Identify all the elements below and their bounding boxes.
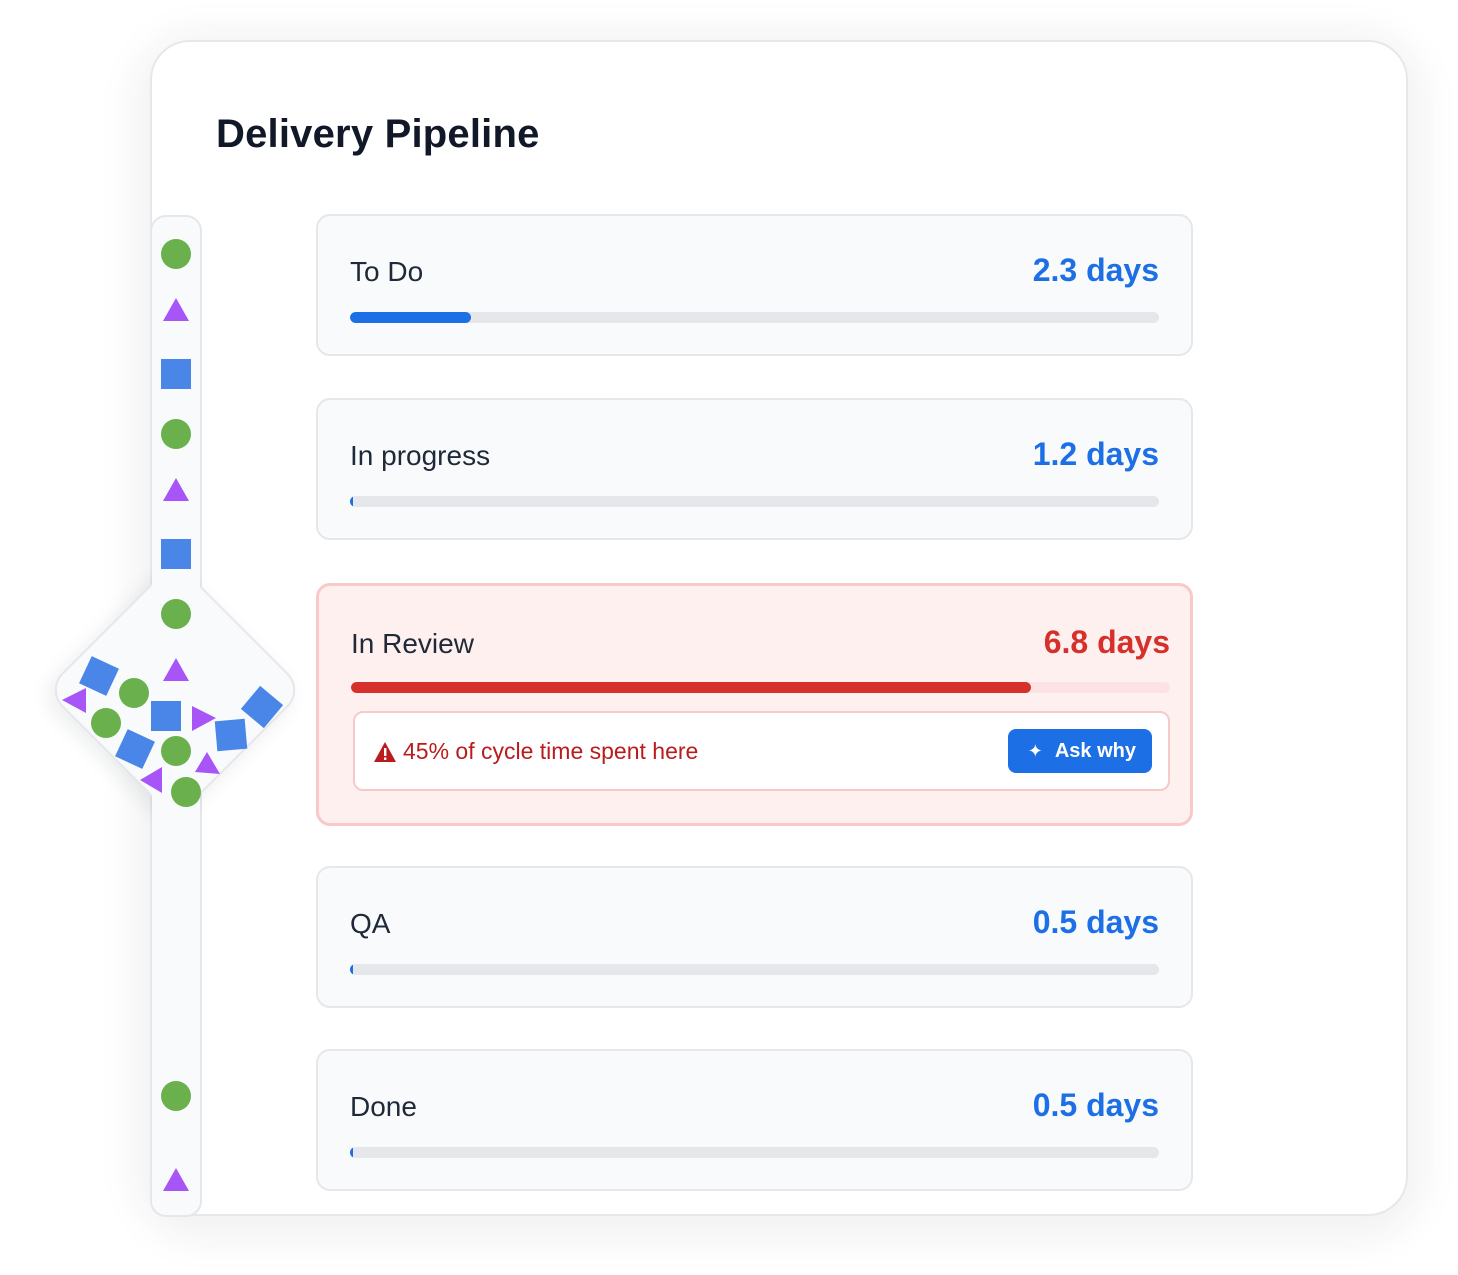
stage-duration: 6.8 days xyxy=(1043,624,1170,660)
stage-card-in-review[interactable]: In Review 6.8 days 45% of cycle time spe… xyxy=(316,583,1193,826)
stage-progress-fill xyxy=(350,496,353,507)
stage-progress-bar xyxy=(350,496,1159,507)
stage-card-to-do[interactable]: To Do 2.3 days xyxy=(316,214,1193,356)
stage-duration: 2.3 days xyxy=(1032,252,1159,288)
stage-duration: 0.5 days xyxy=(1032,1087,1159,1123)
stage-progress-bar xyxy=(351,682,1170,693)
stage-progress-fill xyxy=(350,312,472,323)
stage-label: In Review xyxy=(351,628,474,659)
stage-card-in-progress[interactable]: In progress 1.2 days xyxy=(316,398,1193,540)
notice-message: 45% of cycle time spent here xyxy=(403,738,699,764)
stage-card-done[interactable]: Done 0.5 days xyxy=(316,1049,1193,1191)
stage-progress-fill xyxy=(350,964,353,975)
stage-label: In progress xyxy=(350,440,491,471)
ask-why-label: Ask why xyxy=(1054,739,1136,762)
ask-why-button[interactable]: ✦ Ask why xyxy=(1007,729,1152,773)
stage-duration: 1.2 days xyxy=(1032,436,1159,472)
page-title: Delivery Pipeline xyxy=(216,112,540,156)
stage-progress-fill xyxy=(351,682,1031,693)
stage-label: Done xyxy=(350,1091,417,1122)
stage-duration: 0.5 days xyxy=(1032,904,1159,940)
sparkle-icon: ✦ xyxy=(1027,740,1043,761)
stage-label: To Do xyxy=(350,256,424,287)
flow-track-joint xyxy=(152,560,200,830)
stage-card-qa[interactable]: QA 0.5 days xyxy=(316,866,1193,1008)
stage-progress-bar xyxy=(350,1147,1159,1158)
stage-progress-bar xyxy=(350,312,1159,323)
stage-progress-bar xyxy=(350,964,1159,975)
stage-label: QA xyxy=(350,908,391,939)
stage-progress-fill xyxy=(350,1147,353,1158)
bottleneck-notice: 45% of cycle time spent here ✦ Ask why xyxy=(353,711,1170,791)
warning-icon xyxy=(374,742,396,762)
